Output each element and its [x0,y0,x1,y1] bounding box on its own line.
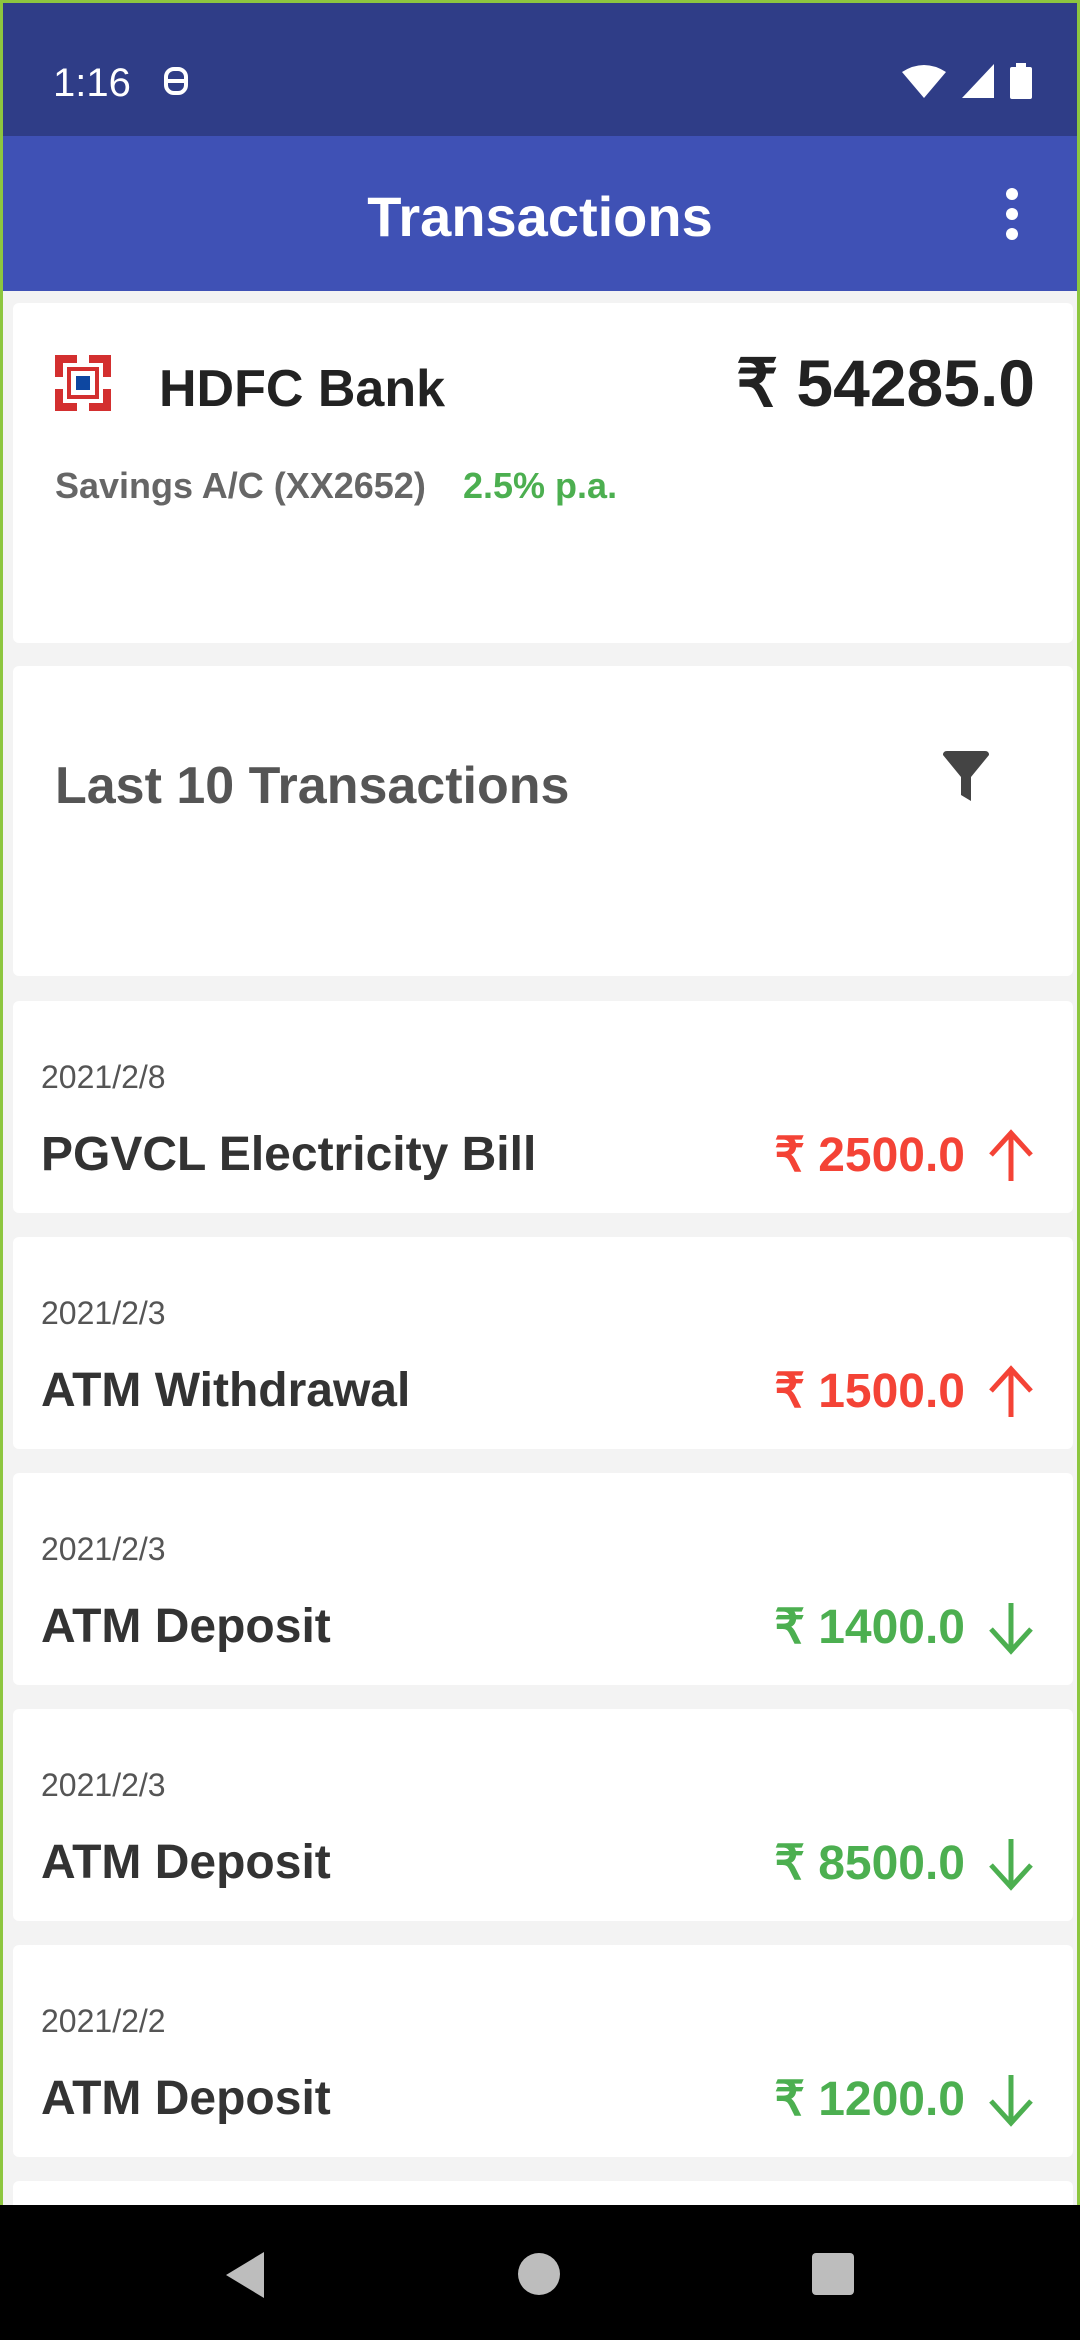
status-icons [902,63,1032,99]
arrow-up-icon [989,1365,1033,1417]
bank-name: HDFC Bank [159,360,446,418]
status-bar: 1:16 [3,3,1077,136]
back-icon[interactable] [222,2250,266,2300]
account-balance: ₹ 54285.0 [736,346,1035,420]
arrow-down-icon [989,1603,1033,1655]
vpn-icon [164,67,188,95]
transaction-amount: ₹ 1500.0 [774,1365,965,1418]
transaction-description: ATM Deposit [41,1600,331,1653]
transaction-amount: ₹ 1400.0 [774,1601,965,1654]
transaction-date: 2021/2/3 [41,1531,166,1567]
transaction-date: 2021/2/2 [41,2003,166,2039]
more-vert-icon[interactable] [1002,188,1022,240]
transactions-title: Last 10 Transactions [55,757,570,815]
transaction-row[interactable]: 2021/2/3 ATM Deposit ₹ 1400.0 [13,1473,1073,1685]
signal-icon [962,64,994,98]
transaction-amount: ₹ 1200.0 [774,2073,965,2126]
transaction-row[interactable]: 2021/2/3 ATM Withdrawal ₹ 1500.0 [13,1237,1073,1449]
account-number: Savings A/C (XX2652) [55,465,426,506]
transaction-date: 2021/2/3 [41,1767,166,1803]
transaction-description: ATM Withdrawal [41,1364,411,1417]
transaction-amount: ₹ 2500.0 [774,1129,965,1182]
page-title: Transactions [367,185,713,248]
account-card[interactable]: HDFC Bank ₹ 54285.0 Savings A/C (XX2652)… [13,303,1073,643]
transaction-description: ATM Deposit [41,1836,331,1889]
arrow-down-icon [989,1839,1033,1891]
status-time: 1:16 [53,61,131,105]
navigation-bar [0,2205,1080,2340]
arrow-up-icon [989,1129,1033,1181]
transaction-amount: ₹ 8500.0 [774,1837,965,1890]
transaction-date: 2021/2/3 [41,1295,166,1331]
transaction-description: ATM Deposit [41,2072,331,2125]
transaction-row-partial[interactable] [13,2181,1073,2205]
transaction-date: 2021/2/8 [41,1059,166,1095]
app-bar: Transactions [3,136,1077,291]
recents-icon[interactable] [812,2253,854,2295]
transaction-row[interactable]: 2021/2/3 ATM Deposit ₹ 8500.0 [13,1709,1073,1921]
bank-logo-icon [55,355,111,411]
transaction-row[interactable]: 2021/2/2 ATM Deposit ₹ 1200.0 [13,1945,1073,2157]
arrow-down-icon [989,2075,1033,2127]
filter-icon[interactable] [941,751,991,803]
home-icon[interactable] [518,2253,560,2295]
wifi-icon [902,65,946,98]
transaction-description: PGVCL Electricity Bill [41,1128,537,1181]
interest-rate: 2.5% p.a. [463,465,618,506]
transactions-header-card: Last 10 Transactions [13,666,1073,976]
transaction-row[interactable]: 2021/2/8 PGVCL Electricity Bill ₹ 2500.0 [13,1001,1073,1213]
battery-icon [1010,63,1032,99]
app-frame: 1:16 Transactions HDFC Bank ₹ 54285.0 Sa… [0,0,1080,2205]
